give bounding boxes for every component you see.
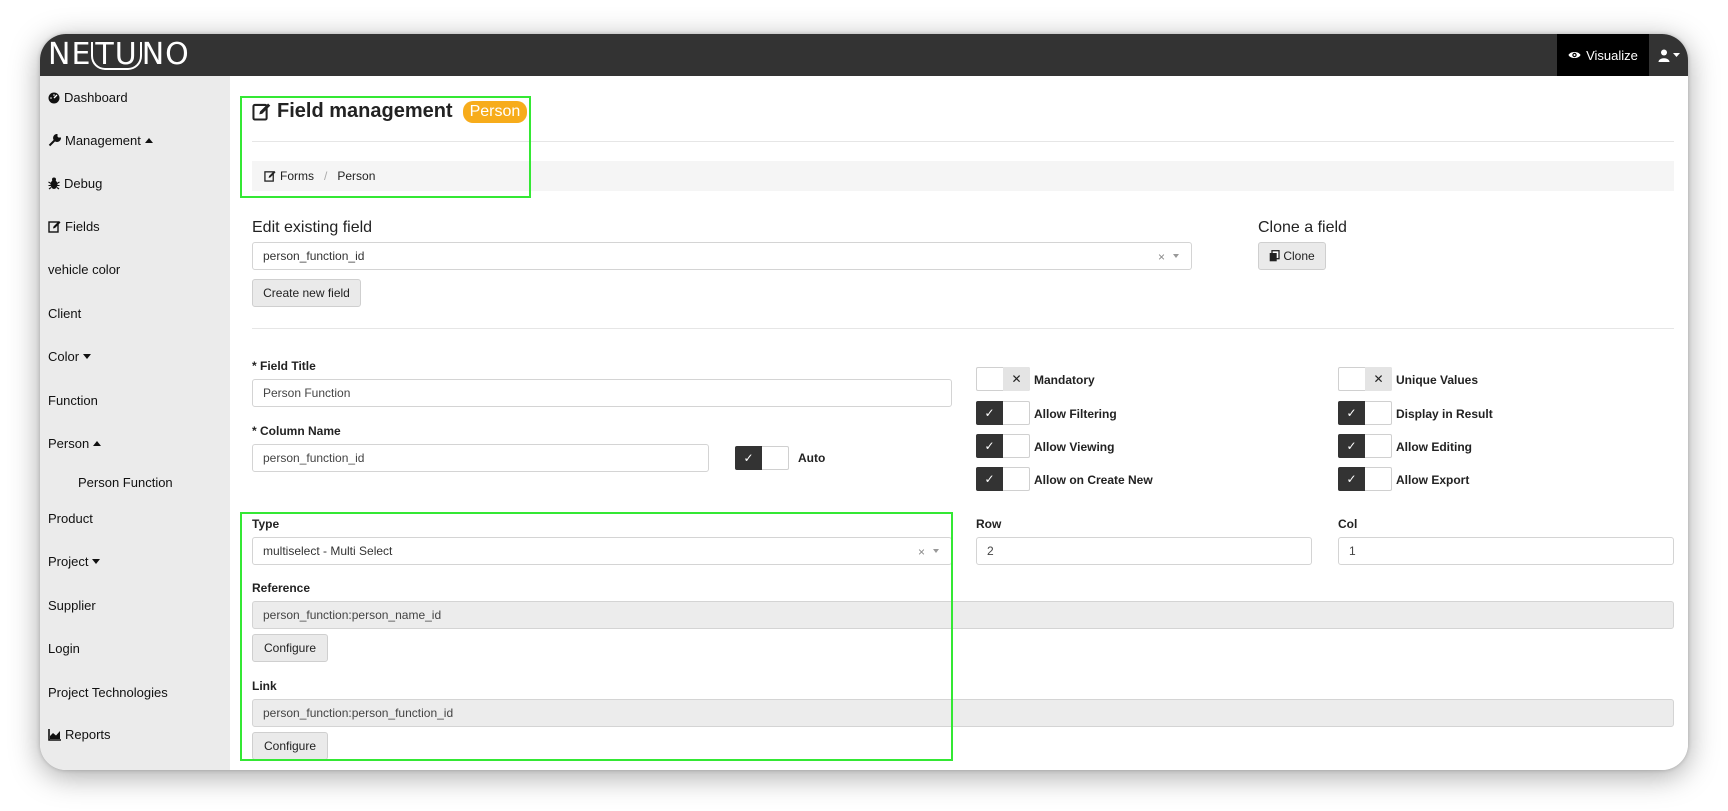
sidebar-item-dashboard[interactable]: Dashboard xyxy=(48,90,128,105)
allow-filtering-toggle[interactable]: ✓ xyxy=(976,401,1030,425)
check-icon: ✓ xyxy=(976,434,1003,458)
form-badge: Person xyxy=(462,100,528,123)
check-icon: ✓ xyxy=(1338,467,1365,491)
column-name-label: * Column Name xyxy=(252,424,341,438)
dropdown-arrow-icon[interactable] xyxy=(1173,254,1179,258)
allow-viewing-label: Allow Viewing xyxy=(1034,440,1115,454)
reference-input: person_function:person_name_id xyxy=(252,601,1674,629)
display-in-result-toggle[interactable]: ✓ xyxy=(1338,401,1392,425)
caret-up-icon xyxy=(93,441,102,446)
caret-down-icon xyxy=(83,354,92,359)
field-title-input[interactable]: Person Function xyxy=(252,379,952,407)
sidebar-item-reports[interactable]: Reports xyxy=(48,727,111,742)
sidebar-item-client[interactable]: Client xyxy=(48,306,81,321)
user-menu-button[interactable] xyxy=(1649,34,1688,76)
sidebar-item-management[interactable]: Management xyxy=(48,133,153,148)
caret-down-icon xyxy=(1672,53,1680,57)
breadcrumb-separator: / xyxy=(324,169,328,183)
top-navbar: NE TU NO Visualize xyxy=(40,34,1688,76)
edit-field-select[interactable]: person_function_id × xyxy=(252,242,1192,270)
check-icon: ✓ xyxy=(976,467,1003,491)
clear-selection-icon[interactable]: × xyxy=(1158,250,1165,264)
link-label: Link xyxy=(252,679,277,693)
caret-up-icon xyxy=(144,138,153,143)
copy-icon xyxy=(1269,250,1280,262)
mandatory-label: Mandatory xyxy=(1034,373,1095,387)
breadcrumb-current: Person xyxy=(337,169,376,183)
type-label: Type xyxy=(252,517,280,531)
edit-icon xyxy=(264,170,276,182)
sidebar-item-debug[interactable]: Debug xyxy=(48,176,102,191)
sidebar-item-function[interactable]: Function xyxy=(48,393,98,408)
auto-toggle[interactable]: ✓ xyxy=(735,446,789,470)
breadcrumb: Forms / Person xyxy=(252,161,1674,191)
row-label: Row xyxy=(976,517,1002,531)
cross-icon: ✕ xyxy=(1365,367,1392,391)
check-icon: ✓ xyxy=(735,446,762,470)
edit-icon xyxy=(48,220,61,233)
bug-icon xyxy=(48,177,60,190)
sidebar-item-fields[interactable]: Fields xyxy=(48,219,100,234)
allow-filtering-label: Allow Filtering xyxy=(1034,407,1117,421)
clear-selection-icon[interactable]: × xyxy=(918,545,925,559)
mandatory-toggle[interactable]: ✕ xyxy=(976,367,1030,391)
eye-icon xyxy=(1568,50,1581,60)
type-select[interactable]: multiselect - Multi Select × xyxy=(252,537,952,565)
row-input[interactable]: 2 xyxy=(976,537,1312,565)
check-icon: ✓ xyxy=(1338,401,1365,425)
edit-existing-field-heading: Edit existing field xyxy=(252,219,373,236)
link-configure-button[interactable]: Configure xyxy=(252,732,328,760)
sidebar-item-product[interactable]: Product xyxy=(48,511,93,526)
chart-icon xyxy=(48,728,61,741)
header-divider xyxy=(252,141,1674,142)
app-window: NETUNO Visualize Dashboard Management xyxy=(40,34,1688,770)
allow-on-create-new-toggle[interactable]: ✓ xyxy=(976,467,1030,491)
unique-values-toggle[interactable]: ✕ xyxy=(1338,367,1392,391)
edit-icon xyxy=(252,102,271,121)
dashboard-icon xyxy=(48,92,60,104)
allow-export-label: Allow Export xyxy=(1396,473,1470,487)
main-content: Field management Person Forms / Person E… xyxy=(230,76,1688,770)
netuno-logo[interactable]: NE TU NO xyxy=(48,38,190,72)
link-input: person_function:person_function_id xyxy=(252,699,1674,727)
field-title-label: * Field Title xyxy=(252,359,316,373)
page-title: Field management Person xyxy=(252,100,528,123)
allow-editing-toggle[interactable]: ✓ xyxy=(1338,434,1392,458)
allow-editing-label: Allow Editing xyxy=(1396,440,1472,454)
create-new-field-button[interactable]: Create new field xyxy=(252,279,361,307)
user-icon xyxy=(1658,49,1670,62)
sidebar-item-supplier[interactable]: Supplier xyxy=(48,598,96,613)
allow-on-create-new-label: Allow on Create New xyxy=(1034,473,1153,487)
sidebar-item-person[interactable]: Person xyxy=(48,436,102,451)
reference-label: Reference xyxy=(252,581,311,595)
col-label: Col xyxy=(1338,517,1358,531)
sidebar: Dashboard Management Debug Fields vehicl… xyxy=(40,76,230,770)
check-icon: ✓ xyxy=(976,401,1003,425)
allow-export-toggle[interactable]: ✓ xyxy=(1338,467,1392,491)
clone-field-heading: Clone a field xyxy=(1258,219,1347,236)
breadcrumb-forms-link[interactable]: Forms xyxy=(280,169,314,183)
cross-icon: ✕ xyxy=(1003,367,1030,391)
sidebar-item-vehicle-color[interactable]: vehicle color xyxy=(48,262,120,277)
check-icon: ✓ xyxy=(1338,434,1365,458)
sidebar-item-project[interactable]: Project xyxy=(48,554,101,569)
sidebar-item-color[interactable]: Color xyxy=(48,349,92,364)
visualize-button[interactable]: Visualize xyxy=(1557,34,1649,76)
reference-configure-button[interactable]: Configure xyxy=(252,634,328,662)
auto-label: Auto xyxy=(798,451,826,465)
column-name-input[interactable]: person_function_id xyxy=(252,444,709,472)
sidebar-item-person-function[interactable]: Person Function xyxy=(78,475,173,490)
allow-viewing-toggle[interactable]: ✓ xyxy=(976,434,1030,458)
clone-button[interactable]: Clone xyxy=(1258,242,1326,270)
wrench-icon xyxy=(48,134,61,147)
dropdown-arrow-icon[interactable] xyxy=(933,549,939,553)
section-divider xyxy=(252,328,1674,329)
display-in-result-label: Display in Result xyxy=(1396,407,1493,421)
sidebar-item-login[interactable]: Login xyxy=(48,641,80,656)
sidebar-item-project-technologies[interactable]: Project Technologies xyxy=(48,685,168,700)
caret-down-icon xyxy=(92,559,101,564)
unique-values-label: Unique Values xyxy=(1396,373,1479,387)
col-input[interactable]: 1 xyxy=(1338,537,1674,565)
